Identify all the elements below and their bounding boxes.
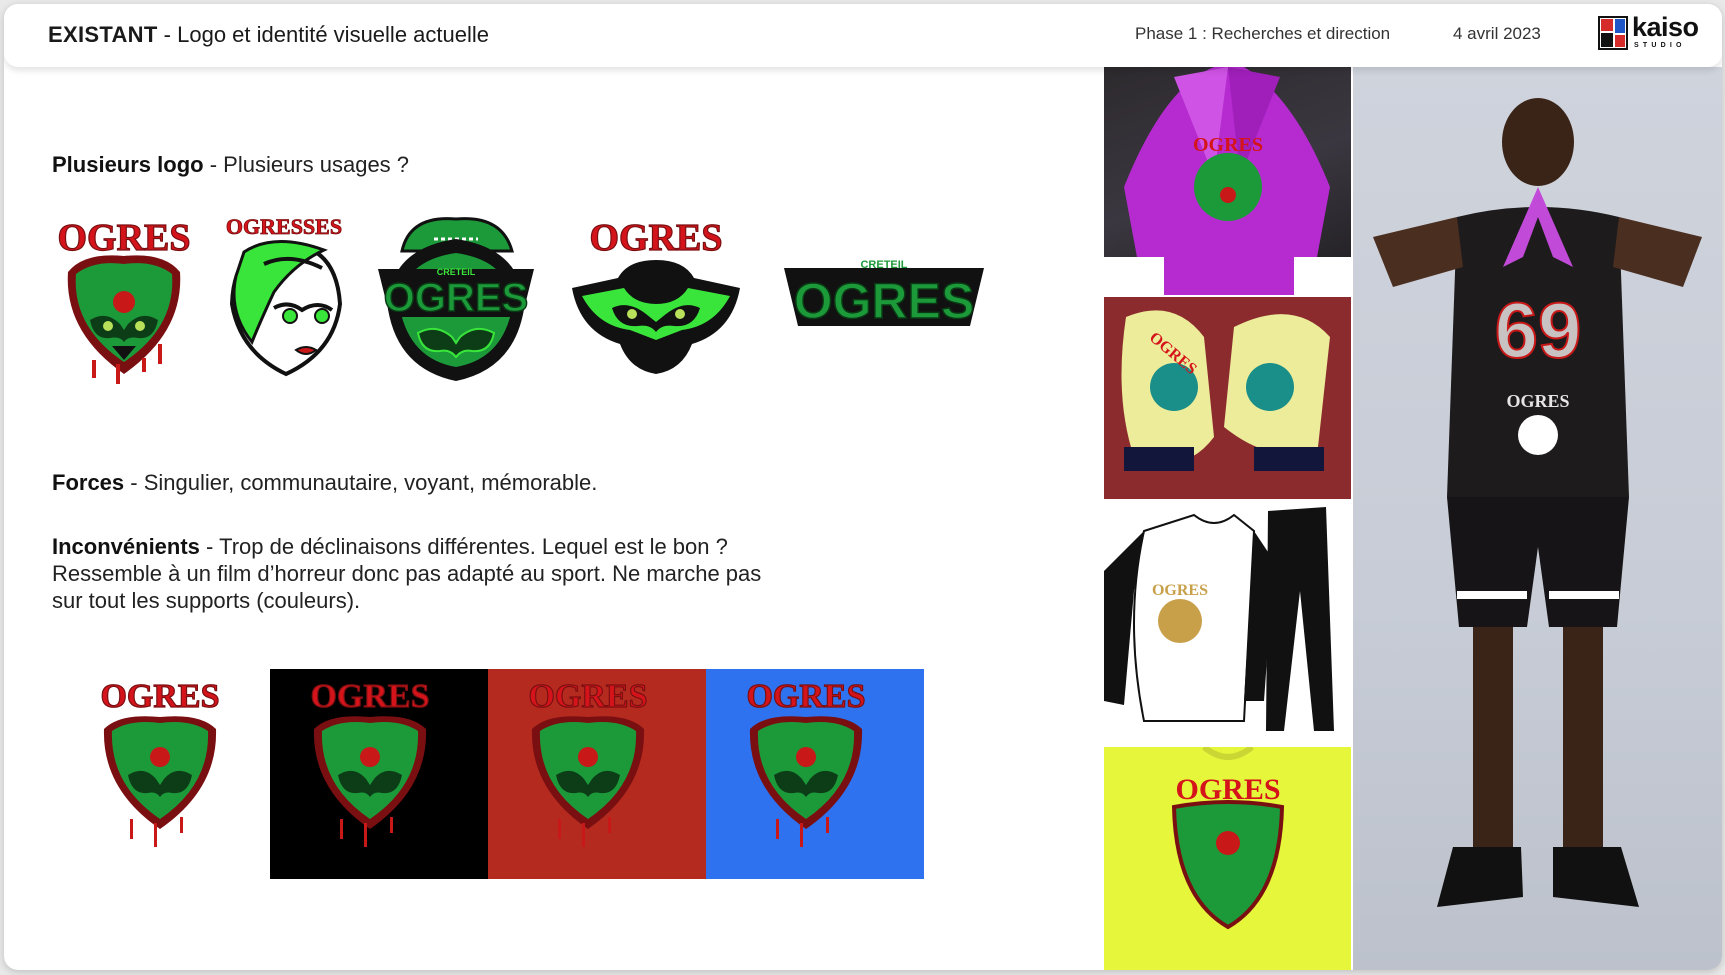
inconvenients-text: Inconvénients - Trop de déclinaisons dif… [52, 534, 762, 613]
logo-text: OGRES [384, 276, 528, 320]
logo-small-text: CRETEIL [860, 259, 907, 271]
variant-logo: OGRES [746, 679, 866, 847]
variant-logo: OGRES [100, 679, 220, 847]
variant-logo: OGRES [310, 679, 430, 847]
svg-text:OGRES: OGRES [1152, 582, 1208, 599]
logo-text: OGRES [57, 217, 190, 259]
svg-text:OGRES: OGRES [310, 679, 429, 715]
logo-text: OGRESSES [226, 214, 342, 239]
svg-text:OGRES: OGRES [528, 679, 647, 715]
ogres-wings-logo: OGRES [572, 216, 740, 374]
page-title: EXISTANT - Logo et identité visuelle act… [48, 22, 489, 47]
date-label: 4 avril 2023 [1453, 24, 1541, 43]
tracksuit-photo: OGRES [1104, 501, 1351, 745]
logo-text: OGRES [794, 273, 975, 329]
slide: EXISTANT - Logo et identité visuelle act… [4, 4, 1722, 970]
player-photo: 69 OGRES [1353, 67, 1722, 970]
logo-text: OGRES [589, 217, 722, 259]
svg-text:OGRES: OGRES [746, 679, 865, 715]
ogres-red-logo: OGRES [57, 216, 191, 384]
kaiso-mark-icon [1598, 16, 1628, 50]
forces-text: Forces - Singulier, communautaire, voyan… [52, 470, 598, 495]
svg-text:OGRES: OGRES [1193, 134, 1263, 156]
logos-heading: Plusieurs logo - Plusieurs usages ? [52, 152, 410, 177]
svg-text:OGRES: OGRES [1506, 391, 1569, 411]
creteil-ogres-badge: CRETEIL OGRES [378, 217, 534, 381]
header-bar: EXISTANT - Logo et identité visuelle act… [4, 4, 1722, 67]
logo-variants-row: OGRES OGRES OGRES OGRES [100, 679, 866, 847]
svg-text:OGRES: OGRES [100, 679, 219, 715]
ogresses-logo: OGRESSES [226, 214, 342, 377]
brand-name: kaiso [1632, 12, 1699, 42]
svg-text:OGRES: OGRES [1175, 773, 1280, 806]
yellow-tshirt-photo: OGRES [1104, 747, 1351, 970]
purple-gloves-photo: OGRES [1104, 67, 1351, 295]
creteil-ogres-wordmark: CRETEIL OGRES [784, 259, 984, 330]
brand-sub: STUDIO [1634, 42, 1686, 49]
kaiso-studio-logo: kaiso STUDIO [1598, 12, 1708, 54]
yellow-gloves-photo: OGRES [1104, 297, 1351, 499]
phase-label: Phase 1 : Recherches et direction [1135, 24, 1391, 43]
jersey-number: 69 [1495, 286, 1582, 374]
variant-logo: OGRES [528, 679, 648, 847]
